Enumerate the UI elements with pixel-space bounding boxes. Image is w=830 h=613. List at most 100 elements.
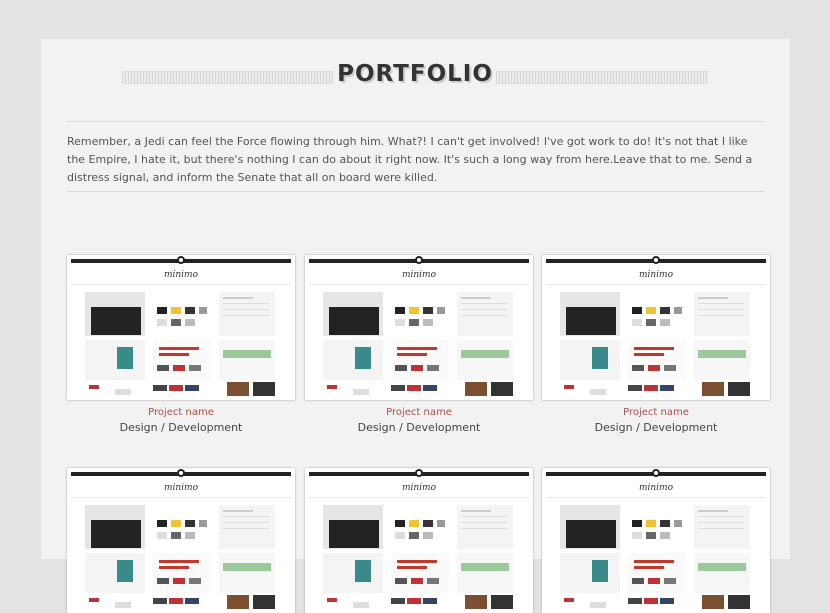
- thumb-mock-block: [632, 307, 642, 314]
- thumb-mock-block: [628, 292, 686, 336]
- thumb-mock-block: [159, 560, 199, 563]
- thumb-mock-block: [660, 520, 670, 527]
- project-thumbnail[interactable]: minimo: [542, 468, 770, 613]
- thumb-divider: [546, 497, 766, 498]
- thumb-mock-block: [395, 319, 405, 326]
- thumb-mock-block: [461, 297, 491, 299]
- thumb-mock-block: [423, 319, 433, 326]
- thumb-mock-block: [628, 505, 686, 549]
- thumb-mock-block: [648, 578, 660, 584]
- project-name[interactable]: Project name: [67, 406, 295, 420]
- thumb-mock-block: [660, 385, 674, 391]
- title-stripe-right: [496, 71, 708, 84]
- thumb-mock-block: [634, 347, 674, 350]
- thumb-mock-block: [169, 385, 183, 391]
- thumb-mock-block: [185, 532, 195, 539]
- portfolio-item[interactable]: minimo Project name Design / Development: [67, 255, 295, 436]
- thumb-mock-block: [157, 365, 169, 371]
- thumb-mock-block: [698, 563, 746, 571]
- thumb-mock-block: [694, 553, 750, 593]
- thumb-mock-block: [327, 385, 337, 389]
- thumb-mock-block: [323, 340, 383, 380]
- thumb-mock-block: [634, 566, 664, 569]
- project-name[interactable]: Project name: [305, 406, 533, 420]
- thumb-mock-block: [223, 563, 271, 571]
- thumb-mock-block: [171, 520, 181, 527]
- thumb-mock-block: [409, 319, 419, 326]
- thumb-mock-block: [423, 532, 433, 539]
- thumb-mock-block: [728, 595, 750, 609]
- project-thumbnail[interactable]: minimo: [542, 255, 770, 400]
- thumb-mock-block: [115, 602, 131, 608]
- thumb-mock-block: [223, 350, 271, 358]
- thumb-mock-block: [560, 340, 620, 380]
- thumb-mock-block: [660, 532, 670, 539]
- thumb-mock-block: [423, 385, 437, 391]
- thumb-mock-block: [355, 560, 371, 582]
- thumb-mock-block: [395, 520, 405, 527]
- thumb-mock-block: [227, 382, 249, 396]
- project-thumbnail[interactable]: minimo: [305, 255, 533, 400]
- thumb-mock-block: [698, 315, 744, 316]
- thumb-mock-block: [185, 520, 195, 527]
- thumb-mock-block: [664, 578, 676, 584]
- title-stripe-left: [122, 71, 334, 84]
- thumb-mock-block: [644, 598, 658, 604]
- project-thumbnail[interactable]: minimo: [67, 468, 295, 613]
- project-caption: Project name Design / Development: [542, 406, 770, 436]
- thumb-mock-block: [153, 598, 167, 604]
- thumb-mock-block: [646, 307, 656, 314]
- thumb-mock-block: [461, 510, 491, 512]
- thumb-mock-block: [409, 307, 419, 314]
- thumb-mock-block: [646, 520, 656, 527]
- project-thumbnail[interactable]: minimo: [67, 255, 295, 400]
- thumb-logo: minimo: [638, 270, 674, 280]
- thumb-mock-block: [409, 532, 419, 539]
- portfolio-item[interactable]: minimo Project name Design / Development: [305, 255, 533, 436]
- thumb-mock-block: [461, 303, 507, 304]
- thumb-mock-block: [457, 340, 513, 380]
- portfolio-item[interactable]: minimo: [67, 468, 295, 613]
- thumb-mock-block: [157, 578, 169, 584]
- thumb-mock-block: [564, 598, 574, 602]
- thumb-logo: minimo: [163, 270, 199, 280]
- thumb-mock-block: [590, 389, 606, 395]
- project-category: Design / Development: [119, 421, 243, 434]
- thumb-mock-block: [223, 303, 269, 304]
- thumb-mock-block: [157, 532, 167, 539]
- project-category: Design / Development: [357, 421, 481, 434]
- thumb-mock-block: [391, 598, 405, 604]
- thumb-mock-block: [461, 309, 507, 310]
- thumb-mock-block: [698, 516, 744, 517]
- thumb-mock-block: [698, 303, 744, 304]
- portfolio-item[interactable]: minimo: [305, 468, 533, 613]
- thumb-mock-block: [219, 553, 275, 593]
- thumb-logo: minimo: [401, 270, 437, 280]
- thumb-mock-block: [327, 598, 337, 602]
- thumb-mock-block: [395, 307, 405, 314]
- project-name[interactable]: Project name: [542, 406, 770, 420]
- thumb-divider: [71, 284, 291, 285]
- thumb-mock-block: [491, 382, 513, 396]
- top-divider: [67, 121, 764, 122]
- thumb-mock-block: [223, 309, 269, 310]
- thumb-mock-block: [89, 598, 99, 602]
- thumb-mock-block: [253, 595, 275, 609]
- thumb-mock-block: [397, 560, 437, 563]
- thumb-mock-block: [397, 347, 437, 350]
- project-thumbnail[interactable]: minimo: [305, 468, 533, 613]
- portfolio-item[interactable]: minimo: [542, 468, 770, 613]
- portfolio-item[interactable]: minimo Project name Design / Development: [542, 255, 770, 436]
- thumb-pin-icon: [652, 469, 660, 477]
- thumb-mock-block: [674, 520, 682, 527]
- thumb-mock-block: [646, 532, 656, 539]
- thumb-mock-block: [628, 340, 686, 380]
- thumb-mock-block: [702, 595, 724, 609]
- thumb-mock-block: [698, 297, 728, 299]
- thumb-mock-block: [89, 385, 99, 389]
- thumb-mock-block: [664, 365, 676, 371]
- project-caption: Project name Design / Development: [305, 406, 533, 436]
- thumb-mock-block: [437, 307, 445, 314]
- project-category: Design / Development: [594, 421, 718, 434]
- thumb-mock-block: [85, 553, 145, 593]
